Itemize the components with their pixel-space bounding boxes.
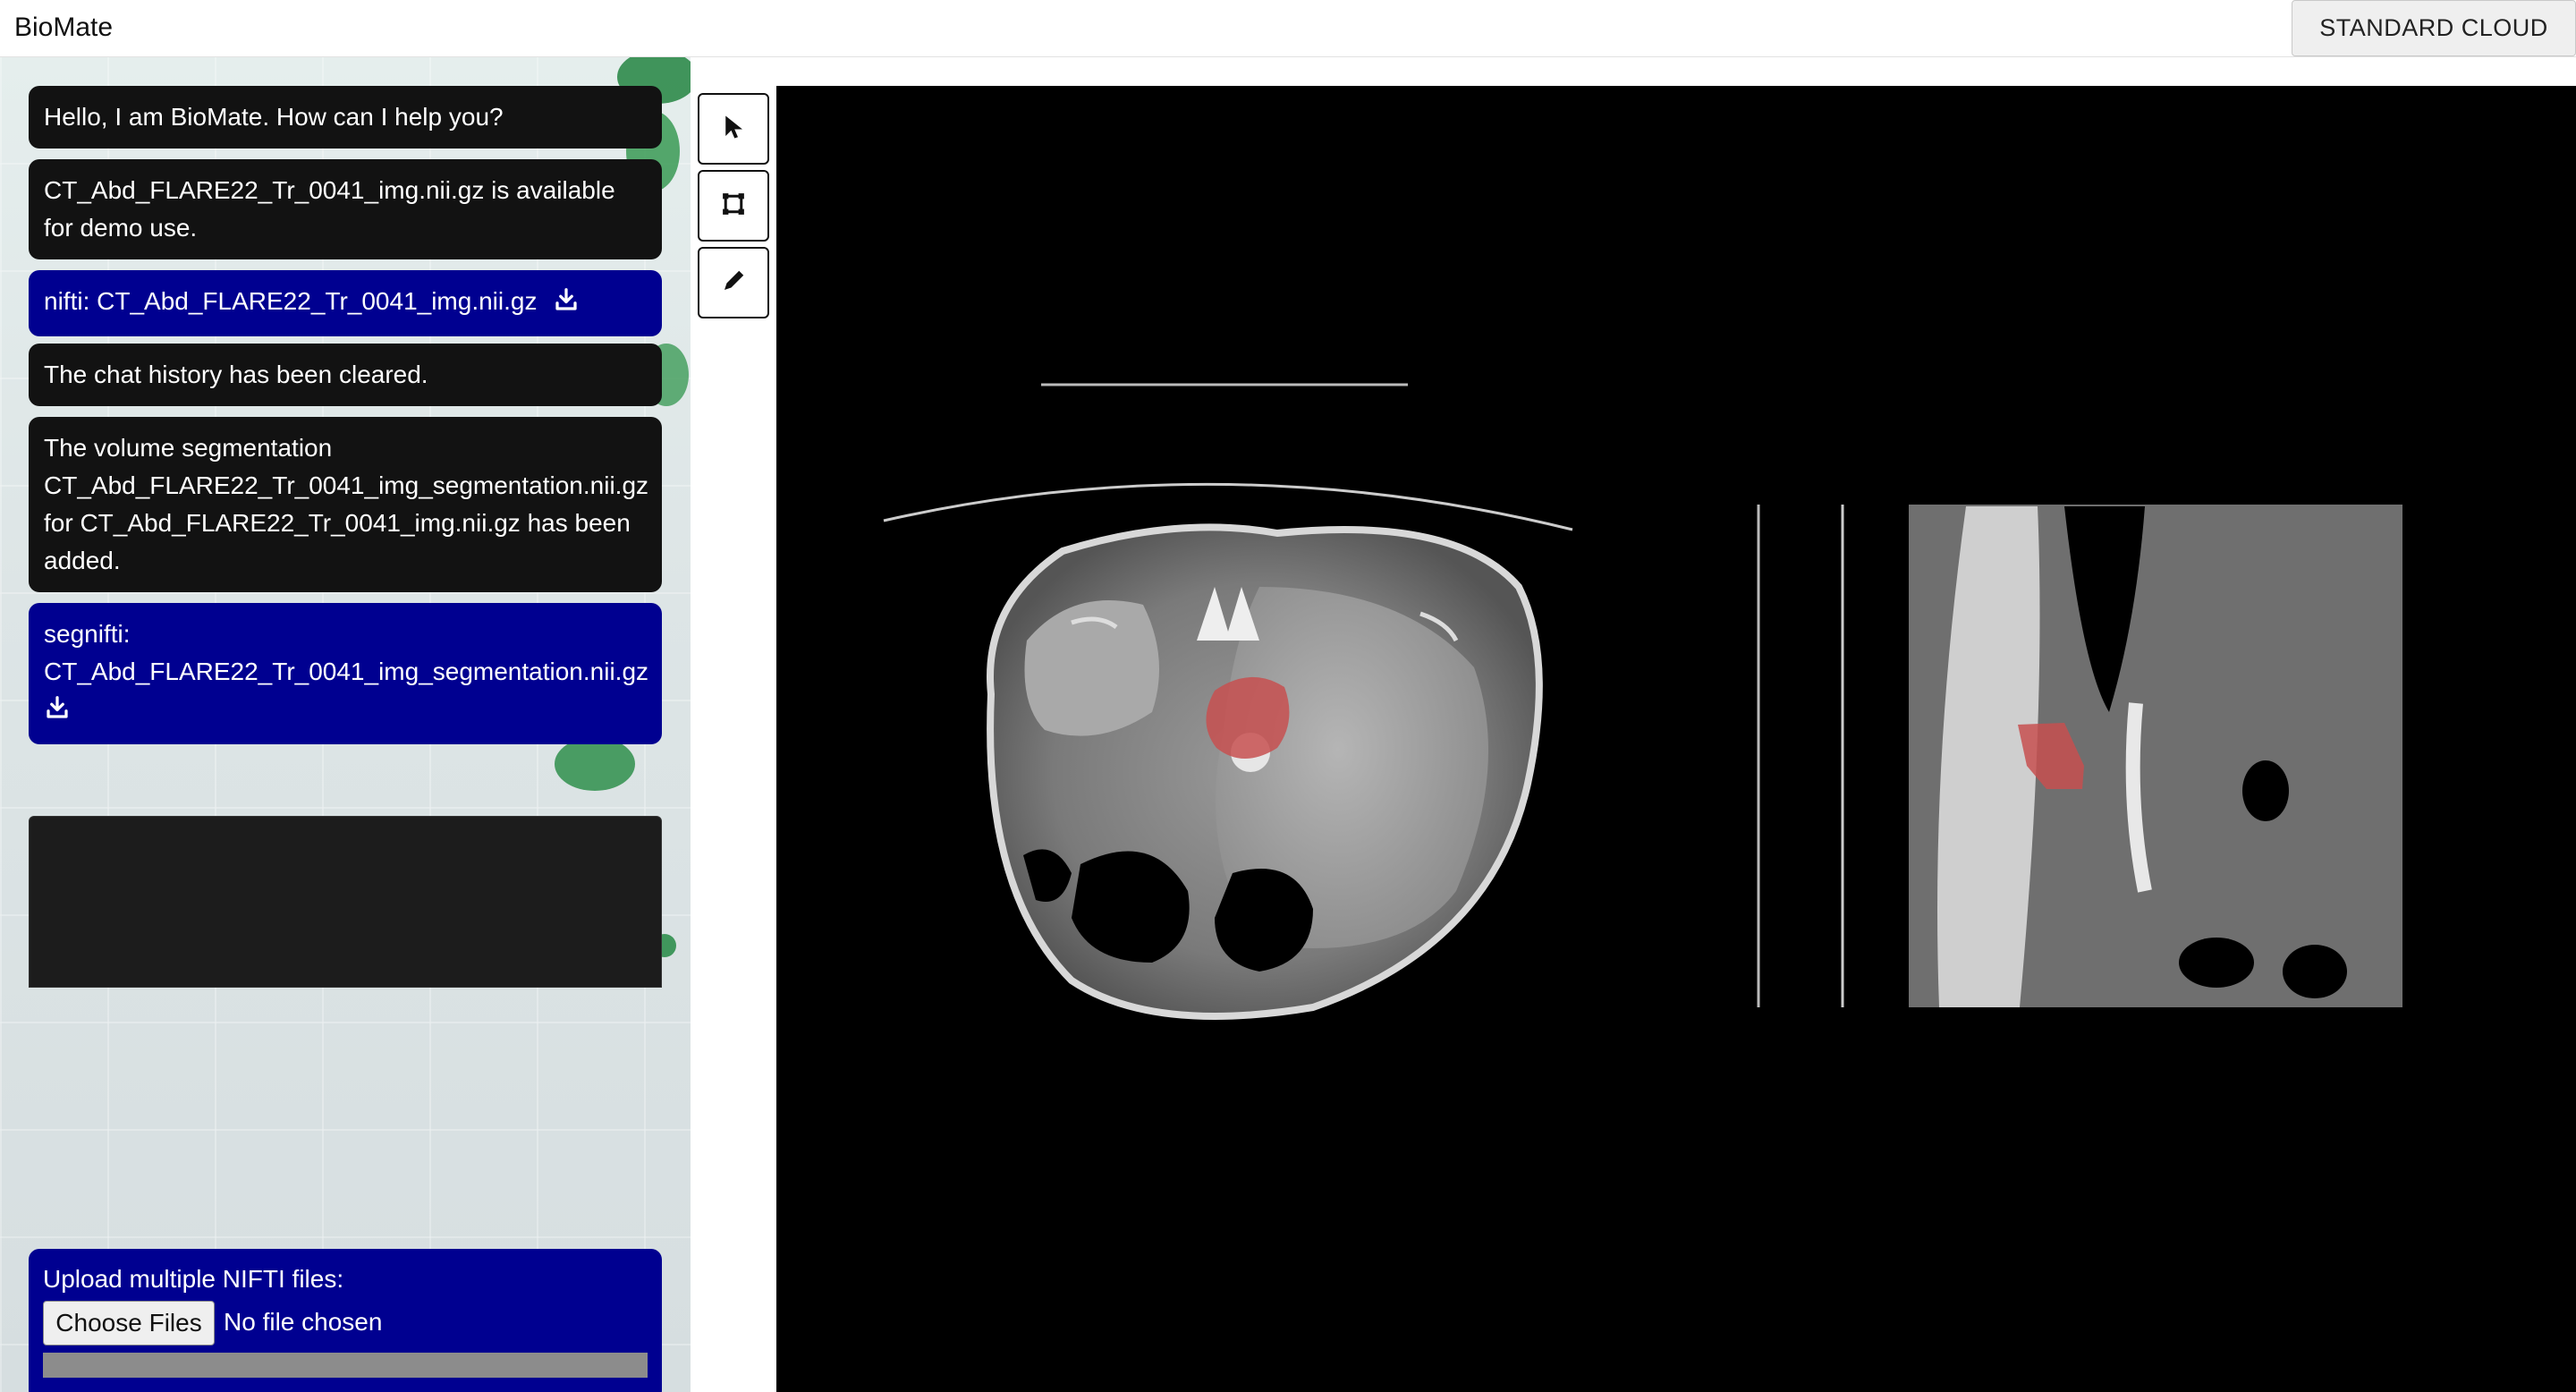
- upload-progress-bar: [43, 1353, 648, 1378]
- pointer-tool-button[interactable]: [698, 93, 769, 165]
- message-line: added.: [44, 547, 121, 574]
- message-line: for CT_Abd_FLARE22_Tr_0041_img.nii.gz ha…: [44, 509, 631, 537]
- crop-frame-icon: [720, 191, 747, 222]
- message-text: Hello, I am BioMate. How can I help you?: [44, 103, 504, 131]
- message-line: CT_Abd_FLARE22_Tr_0041_img_segmentation.…: [44, 658, 649, 685]
- choose-files-button[interactable]: Choose Files: [43, 1301, 215, 1345]
- message-line: for demo use.: [44, 214, 198, 242]
- chat-message: CT_Abd_FLARE22_Tr_0041_img.nii.gz is ava…: [29, 159, 662, 259]
- message-line: CT_Abd_FLARE22_Tr_0041_img_segmentation.…: [44, 471, 649, 499]
- image-viewer-canvas[interactable]: [776, 86, 2576, 1392]
- app-title: BioMate: [14, 13, 114, 42]
- axial-view[interactable]: [776, 86, 2576, 1392]
- file-status: No file chosen: [224, 1308, 383, 1336]
- message-line: The volume segmentation: [44, 434, 333, 462]
- chat-message: The volume segmentation CT_Abd_FLARE22_T…: [29, 417, 662, 592]
- message-text: nifti: CT_Abd_FLARE22_Tr_0041_img.nii.gz: [44, 287, 538, 315]
- draw-tool-button[interactable]: [698, 247, 769, 318]
- upload-label: Upload multiple NIFTI files:: [43, 1265, 344, 1293]
- chat-panel: Hello, I am BioMate. How can I help you?…: [0, 57, 691, 1392]
- segmentation-overlay-axial: [1206, 676, 1290, 759]
- cursor-arrow-icon: [722, 114, 745, 145]
- download-icon[interactable]: [553, 286, 580, 324]
- chat-message: The chat history has been cleared.: [29, 344, 662, 406]
- message-line: CT_Abd_FLARE22_Tr_0041_img.nii.gz is ava…: [44, 176, 615, 204]
- crop-tool-button[interactable]: [698, 170, 769, 242]
- chat-message: Hello, I am BioMate. How can I help you?: [29, 86, 662, 149]
- message-text: The chat history has been cleared.: [44, 361, 428, 388]
- upload-panel: Upload multiple NIFTI files: Choose File…: [29, 1249, 662, 1392]
- file-message-nifti[interactable]: nifti: CT_Abd_FLARE22_Tr_0041_img.nii.gz: [29, 270, 662, 336]
- chat-input[interactable]: [29, 816, 662, 988]
- standard-cloud-button[interactable]: STANDARD CLOUD: [2292, 0, 2576, 56]
- file-message-segnifti[interactable]: segnifti: CT_Abd_FLARE22_Tr_0041_img_seg…: [29, 603, 662, 744]
- top-bar: BioMate STANDARD CLOUD: [0, 0, 2576, 57]
- tool-strip: [691, 57, 776, 1392]
- message-line: segnifti:: [44, 620, 131, 648]
- download-icon[interactable]: [44, 694, 71, 732]
- background-bubble: [555, 737, 635, 791]
- pencil-icon: [720, 267, 747, 299]
- scanner-gantry-arc: [883, 482, 1573, 531]
